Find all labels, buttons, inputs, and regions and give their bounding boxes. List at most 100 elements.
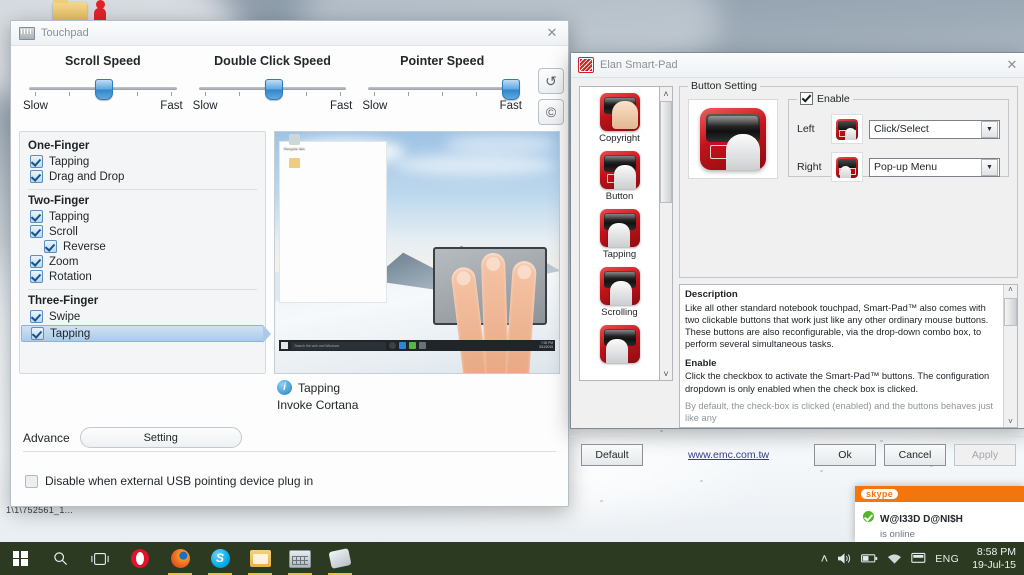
taskbar-clock[interactable]: 8:58 PM 19-Jul-15	[968, 546, 1016, 572]
scroll-down-icon[interactable]: ˅	[1008, 417, 1013, 428]
option-three-finger-swipe[interactable]: Swipe	[28, 309, 257, 324]
checkbox[interactable]	[30, 270, 43, 283]
preview-taskbar: Search the web and Windows 7:00 PM 3/11/…	[279, 340, 555, 351]
enable-checkbox-row[interactable]: Enable	[797, 92, 853, 105]
slider-min-label: Slow	[192, 100, 218, 112]
right-button-label: Right	[797, 161, 822, 173]
scrolling-nav-icon	[599, 267, 640, 305]
search-icon	[53, 552, 67, 566]
skype-notification-toast[interactable]: skype W@I33D D@NI$H is online	[855, 486, 1024, 542]
preview-hand	[450, 239, 555, 373]
group-title-two-finger: Two-Finger	[28, 195, 90, 207]
checkbox[interactable]	[30, 210, 43, 223]
option-two-finger-reverse[interactable]: Reverse	[28, 239, 257, 254]
skype-button[interactable]: S	[200, 542, 240, 575]
checkbox[interactable]	[31, 327, 44, 340]
left-button-setting[interactable]: Left Click/Select ▼	[797, 114, 1000, 144]
description-panel[interactable]: Description Like all other standard note…	[679, 284, 1018, 429]
right-action-dropdown[interactable]: Pop-up Menu ▼	[869, 157, 1000, 177]
search-button[interactable]	[40, 542, 80, 575]
nav-item-more[interactable]	[580, 325, 659, 363]
slider-thumb[interactable]	[94, 79, 113, 100]
slider-pointer-speed[interactable]: Pointer Speed Slow Fast	[360, 54, 524, 125]
setting-button[interactable]: Setting	[79, 427, 242, 448]
checkbox[interactable]	[30, 155, 43, 168]
touchpad-titlebar[interactable]: Touchpad ✕	[11, 21, 568, 46]
battery-icon[interactable]	[861, 553, 878, 564]
checkbox[interactable]	[30, 310, 43, 323]
nav-item-tapping[interactable]: Tapping	[580, 209, 659, 260]
nav-item-button[interactable]: Button	[580, 151, 659, 202]
close-icon[interactable]: ✕	[1000, 55, 1024, 75]
checkbox[interactable]	[44, 240, 57, 253]
action-center-icon[interactable]	[911, 552, 926, 565]
close-icon[interactable]: ✕	[540, 23, 564, 43]
nav-item-copyright[interactable]: Copyright	[580, 93, 659, 144]
elan-smart-pad-window[interactable]: Elan Smart-Pad ✕ Copyright Button Tappin…	[570, 52, 1024, 467]
scroll-up-icon[interactable]: ˄	[663, 87, 668, 100]
left-action-dropdown[interactable]: Click/Select ▼	[869, 119, 1000, 139]
taskbar[interactable]: S ˄ ENG 8:58 PM 19-Jul-15	[0, 542, 1024, 575]
calculator-icon	[289, 549, 311, 568]
chevron-down-icon[interactable]: ▼	[981, 120, 998, 138]
system-tray[interactable]: ˄ ENG 8:58 PM 19-Jul-15	[821, 546, 1024, 572]
scrollbar-thumb[interactable]	[1004, 298, 1017, 326]
explorer-button[interactable]	[240, 542, 280, 575]
option-one-finger-tapping[interactable]: Tapping	[28, 154, 257, 169]
start-button[interactable]	[0, 542, 40, 575]
slider-thumb[interactable]	[502, 79, 521, 100]
touchpad-window[interactable]: Touchpad ✕ Scroll Speed Slow Fast Double…	[10, 20, 569, 507]
right-button-preview	[831, 152, 863, 182]
checkbox[interactable]	[30, 225, 43, 238]
elan-titlebar[interactable]: Elan Smart-Pad ✕	[571, 53, 1024, 78]
scroll-up-icon[interactable]: ˄	[1008, 285, 1013, 296]
wifi-icon[interactable]	[887, 553, 902, 565]
checkbox[interactable]	[25, 474, 38, 488]
reset-icon[interactable]: ↺	[538, 68, 564, 94]
copyright-icon[interactable]: ©	[538, 99, 564, 125]
disable-usb-row[interactable]: Disable when external USB pointing devic…	[11, 474, 568, 488]
calculator-button[interactable]	[280, 542, 320, 575]
volume-icon[interactable]	[837, 552, 852, 565]
firefox-button[interactable]	[160, 542, 200, 575]
option-two-finger-tapping[interactable]: Tapping	[28, 209, 257, 224]
scroll-down-icon[interactable]: ˅	[663, 367, 668, 380]
show-hidden-icons[interactable]: ˄	[821, 551, 829, 566]
right-button-setting[interactable]: Right Pop-up Menu ▼	[797, 152, 1000, 182]
slider-track[interactable]	[29, 78, 177, 100]
task-view-button[interactable]	[80, 542, 120, 575]
option-one-finger-drag-and-drop[interactable]: Drag and Drop	[28, 169, 257, 184]
description-scrollbar[interactable]: ˄ ˅	[1003, 285, 1017, 428]
slider-track[interactable]	[368, 78, 521, 100]
option-two-finger-rotation[interactable]: Rotation	[28, 269, 257, 284]
scrollbar-thumb[interactable]	[660, 101, 672, 203]
option-label: Drag and Drop	[49, 170, 125, 183]
default-button[interactable]: Default	[581, 444, 643, 467]
option-two-finger-zoom[interactable]: Zoom	[28, 254, 257, 269]
checkbox[interactable]	[800, 92, 813, 105]
emc-website-link[interactable]: www.emc.com.tw	[651, 449, 806, 461]
slider-min-label: Slow	[362, 100, 388, 112]
slider-double-click-speed[interactable]: Double Click Speed Slow Fast	[191, 54, 355, 125]
option-three-finger-tapping[interactable]: Tapping	[21, 325, 272, 343]
file-explorer-icon	[249, 550, 271, 567]
elan-nav-scrollbar[interactable]: ˄ ˅	[659, 86, 673, 381]
cancel-button[interactable]: Cancel	[884, 444, 946, 467]
slider-track[interactable]	[198, 78, 347, 100]
language-indicator[interactable]: ENG	[935, 553, 959, 565]
ok-button[interactable]: Ok	[814, 444, 876, 467]
chevron-down-icon[interactable]: ▼	[981, 158, 998, 176]
slider-scroll-speed[interactable]: Scroll Speed Slow Fast	[21, 54, 185, 125]
opera-button[interactable]	[120, 542, 160, 575]
clock-time: 8:58 PM	[976, 545, 1016, 558]
option-label: Tapping	[50, 327, 91, 340]
touchpad-button[interactable]	[320, 542, 360, 575]
nav-item-label: Copyright	[599, 133, 640, 144]
nav-item-scrolling[interactable]: Scrolling	[580, 267, 659, 318]
option-two-finger-scroll[interactable]: Scroll	[28, 224, 257, 239]
slider-thumb[interactable]	[264, 79, 283, 100]
checkbox[interactable]	[30, 170, 43, 183]
elan-nav-list[interactable]: Copyright Button Tapping Scrolling	[579, 86, 659, 381]
slider-label: Double Click Speed	[214, 54, 331, 68]
checkbox[interactable]	[30, 255, 43, 268]
